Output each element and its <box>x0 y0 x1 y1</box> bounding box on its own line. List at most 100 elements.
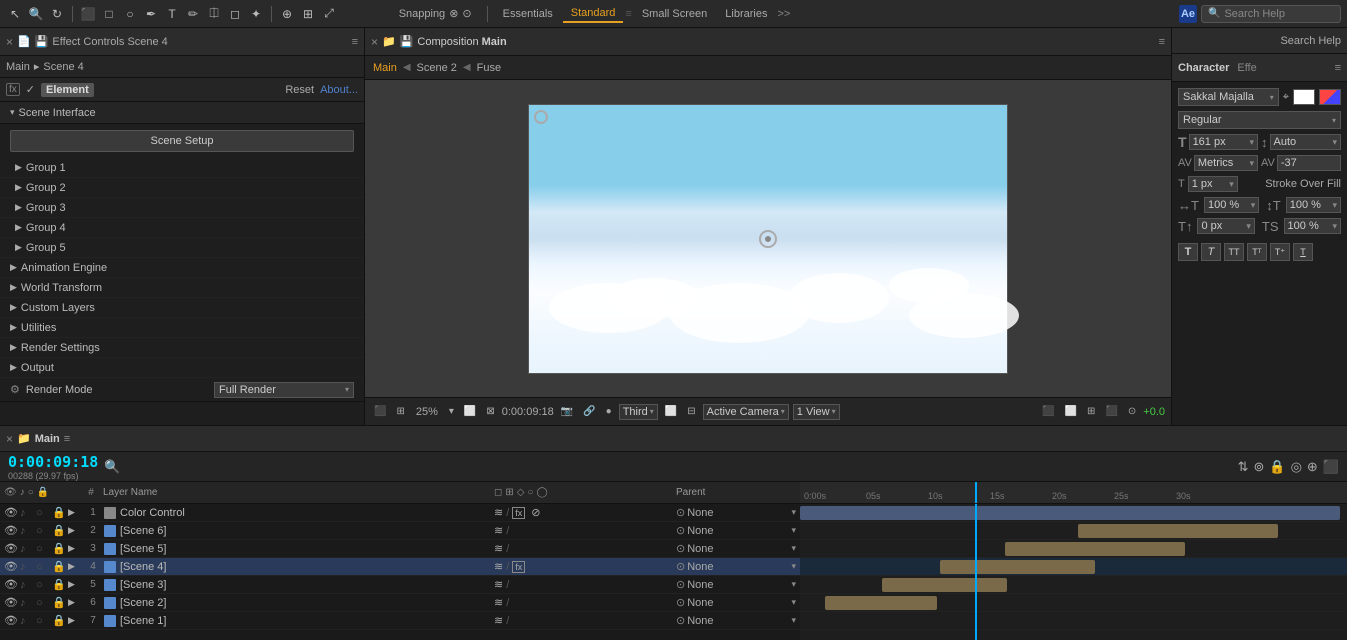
output-item[interactable]: ▶ Output <box>0 358 364 378</box>
comp-info-icon[interactable]: ⬛ <box>371 405 389 418</box>
layer-6-audio[interactable]: ♪ <box>20 597 34 609</box>
tsumi-input[interactable]: 100 % ▾ <box>1284 218 1341 234</box>
layer-5-lock[interactable]: 🔒 <box>52 578 66 591</box>
layer-3-lock[interactable]: 🔒 <box>52 542 66 555</box>
comp-menu-icon[interactable]: ≡ <box>1159 36 1165 48</box>
preview-icon[interactable]: ⬜ <box>1062 405 1080 418</box>
kerning-input[interactable]: Metrics ▾ <box>1194 155 1258 171</box>
circle-tool-icon[interactable]: ○ <box>121 5 139 23</box>
arrow-tool-icon[interactable]: ↖ <box>6 5 24 23</box>
layer-2-parent-dropdown[interactable]: ▾ <box>791 525 796 536</box>
render-settings-item[interactable]: ▶ Render Settings <box>0 338 364 358</box>
text-allcaps-btn[interactable]: TT <box>1224 243 1244 261</box>
reset-button[interactable]: Reset <box>285 84 314 96</box>
about-button[interactable]: About... <box>320 84 358 96</box>
layer-row-7[interactable]: 👁 ♪ ○ 🔒 ▶ 7 [Scene 1] ≋ / ⊙ None ▾ <box>0 612 800 630</box>
tab-main[interactable]: Main <box>373 62 397 74</box>
timeline-menu-icon[interactable]: ≡ <box>64 433 70 445</box>
eyedropper-icon[interactable]: ⌖ <box>1283 91 1289 104</box>
layer-row-1[interactable]: 👁 ♪ ○ 🔒 ▶ 1 Color Control ≋ / fx ⊘ <box>0 504 800 522</box>
layer-1-eye[interactable]: 👁 <box>4 506 18 519</box>
text-super-btn[interactable]: T⁺ <box>1270 243 1290 261</box>
layer-6-eye[interactable]: 👁 <box>4 596 18 609</box>
view-expand-icon[interactable]: ⬜ <box>662 405 680 418</box>
custom-layers-item[interactable]: ▶ Custom Layers <box>0 298 364 318</box>
solo-icon[interactable]: ◎ <box>1291 459 1302 475</box>
layer-4-motion-blur[interactable]: ≋ <box>494 560 503 573</box>
tab-essentials[interactable]: Essentials <box>495 6 561 22</box>
text-color-swatch-2[interactable] <box>1319 89 1341 105</box>
group-5-item[interactable]: ▶ Group 5 <box>0 238 364 258</box>
layer-7-expand[interactable]: ▶ <box>68 615 82 626</box>
view-select[interactable]: Third ▾ <box>619 404 658 420</box>
comp-close-btn[interactable]: × <box>371 35 378 49</box>
layer-4-solo[interactable]: ○ <box>36 561 50 573</box>
layer-6-solo[interactable]: ○ <box>36 597 50 609</box>
layer-row-6[interactable]: 👁 ♪ ○ 🔒 ▶ 6 [Scene 2] ≋ / ⊙ None ▾ <box>0 594 800 612</box>
lock-col-icon[interactable]: 🔒 <box>37 487 49 498</box>
animation-engine-item[interactable]: ▶ Animation Engine <box>0 258 364 278</box>
safe-zones-icon[interactable]: ⊠ <box>483 405 497 418</box>
layer-4-eye[interactable]: 👁 <box>4 560 18 573</box>
baseline-input[interactable]: 0 px ▾ <box>1197 218 1254 234</box>
text-color-swatch[interactable] <box>1293 89 1315 105</box>
layer-4-lock[interactable]: 🔒 <box>52 560 66 573</box>
lock-composition-icon[interactable]: 🔒 <box>1269 459 1285 475</box>
camera-tool-icon[interactable]: ⬛ <box>79 5 97 23</box>
viewport-corner-handle[interactable] <box>534 110 548 124</box>
active-camera-select[interactable]: Active Camera ▾ <box>703 404 789 420</box>
clone-tool-icon[interactable]: ⎅ <box>205 5 223 23</box>
layer-2-motion-blur[interactable]: ≋ <box>494 524 503 537</box>
text-tool-icon[interactable]: T <box>163 5 181 23</box>
layer-1-fx-badge[interactable]: fx <box>512 507 525 519</box>
text-smallcaps-btn[interactable]: Tᵀ <box>1247 243 1267 261</box>
group-2-item[interactable]: ▶ Group 2 <box>0 178 364 198</box>
layer-3-motion-blur[interactable]: ≋ <box>494 542 503 555</box>
layer-7-audio[interactable]: ♪ <box>20 615 34 627</box>
snapping-icon[interactable]: ⊗ <box>449 7 458 20</box>
layer-3-parent-dropdown[interactable]: ▾ <box>791 543 796 554</box>
tracking-input[interactable]: -37 <box>1277 155 1341 171</box>
layer-2-audio[interactable]: ♪ <box>20 525 34 537</box>
layer-5-eye[interactable]: 👁 <box>4 578 18 591</box>
pen-tool-icon[interactable]: ✒ <box>142 5 160 23</box>
layer-4-parent-dropdown[interactable]: ▾ <box>791 561 796 572</box>
layer-7-solo[interactable]: ○ <box>36 615 50 627</box>
layer-5-parent-dropdown[interactable]: ▾ <box>791 579 796 590</box>
link-icon[interactable]: 🔗 <box>580 405 598 418</box>
layer-row-5[interactable]: 👁 ♪ ○ 🔒 ▶ 5 [Scene 3] ≋ / ⊙ None ▾ <box>0 576 800 594</box>
render-mode-select[interactable]: Full Render ▾ <box>214 382 354 398</box>
more-workspaces-btn[interactable]: >> <box>777 8 790 20</box>
viewport-center-handle[interactable] <box>759 230 777 248</box>
camera-icon[interactable]: 📷 <box>558 405 576 418</box>
font-style-select[interactable]: Regular ▾ <box>1178 111 1341 129</box>
rect-tool-icon[interactable]: □ <box>100 5 118 23</box>
layer-5-motion-blur[interactable]: ≋ <box>494 578 503 591</box>
time-display[interactable]: 0:00:09:18 <box>8 453 98 471</box>
group-3-item[interactable]: ▶ Group 3 <box>0 198 364 218</box>
layer-row-3[interactable]: 👁 ♪ ○ 🔒 ▶ 3 [Scene 5] ≋ / ⊙ None ▾ <box>0 540 800 558</box>
layer-2-solo[interactable]: ○ <box>36 525 50 537</box>
snapping-icon2[interactable]: ⊙ <box>462 7 471 20</box>
zoom-dropdown-icon[interactable]: ▾ <box>446 405 457 418</box>
grid2-icon[interactable]: ⊞ <box>1084 405 1098 418</box>
layer-5-expand[interactable]: ▶ <box>68 579 82 590</box>
layer-5-solo[interactable]: ○ <box>36 579 50 591</box>
layer-1-expand[interactable]: ▶ <box>68 507 82 518</box>
layer-4-audio[interactable]: ♪ <box>20 561 34 573</box>
layer-7-parent-dropdown[interactable]: ▾ <box>791 615 796 626</box>
layer-2-eye[interactable]: 👁 <box>4 524 18 537</box>
render-icon[interactable]: ⬛ <box>1039 405 1057 418</box>
v-scale-input[interactable]: 100 % ▾ <box>1286 197 1341 213</box>
fx-col-icon[interactable]: ◻ <box>494 487 502 498</box>
element-badge[interactable]: Element <box>41 83 94 97</box>
search-timeline-btn[interactable]: 🔍 <box>104 459 120 475</box>
layer-2-expand[interactable]: ▶ <box>68 525 82 536</box>
layer-6-motion-blur[interactable]: ≋ <box>494 596 503 609</box>
layer-row-2[interactable]: 👁 ♪ ○ 🔒 ▶ 2 [Scene 6] ≋ / ⊙ None <box>0 522 800 540</box>
eye-col-icon[interactable]: 👁 <box>4 487 17 498</box>
color-icon[interactable]: ● <box>603 405 615 418</box>
brush-tool-icon[interactable]: ✏ <box>184 5 202 23</box>
group-1-item[interactable]: ▶ Group 1 <box>0 158 364 178</box>
pin-tool-icon[interactable]: ⊞ <box>299 5 317 23</box>
